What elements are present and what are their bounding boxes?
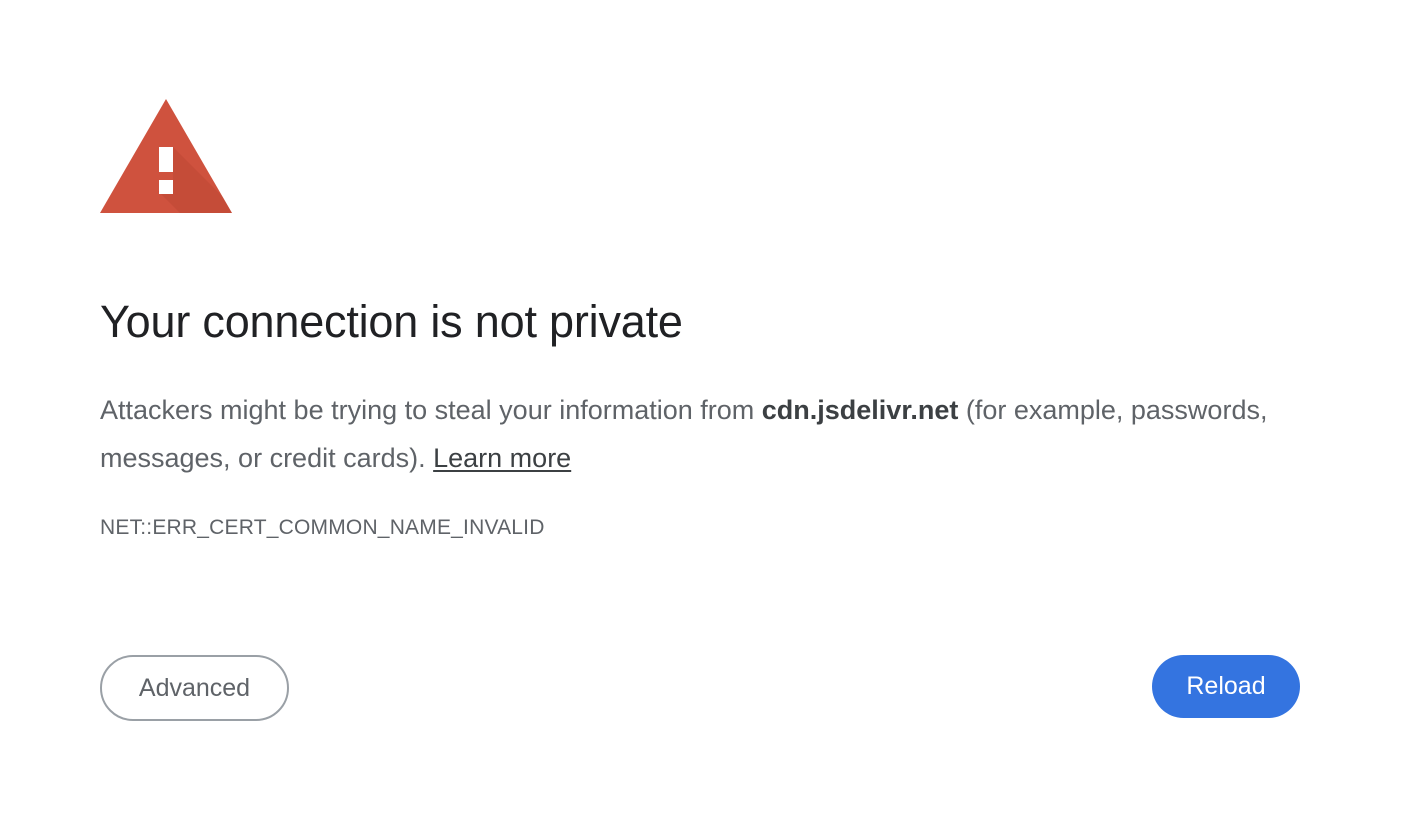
error-code: NET::ERR_CERT_COMMON_NAME_INVALID xyxy=(100,516,545,539)
interstitial-page: Your connection is not private Attackers… xyxy=(0,0,1408,836)
page-title: Your connection is not private xyxy=(100,296,683,347)
warning-triangle-icon xyxy=(100,99,232,213)
explanation-text: Attackers might be trying to steal your … xyxy=(100,386,1300,482)
domain-name: cdn.jsdelivr.net xyxy=(761,395,959,425)
advanced-button[interactable]: Advanced xyxy=(100,655,289,721)
learn-more-link[interactable]: Learn more xyxy=(433,443,571,473)
reload-button[interactable]: Reload xyxy=(1152,655,1300,718)
explanation-prefix: Attackers might be trying to steal your … xyxy=(100,395,762,425)
